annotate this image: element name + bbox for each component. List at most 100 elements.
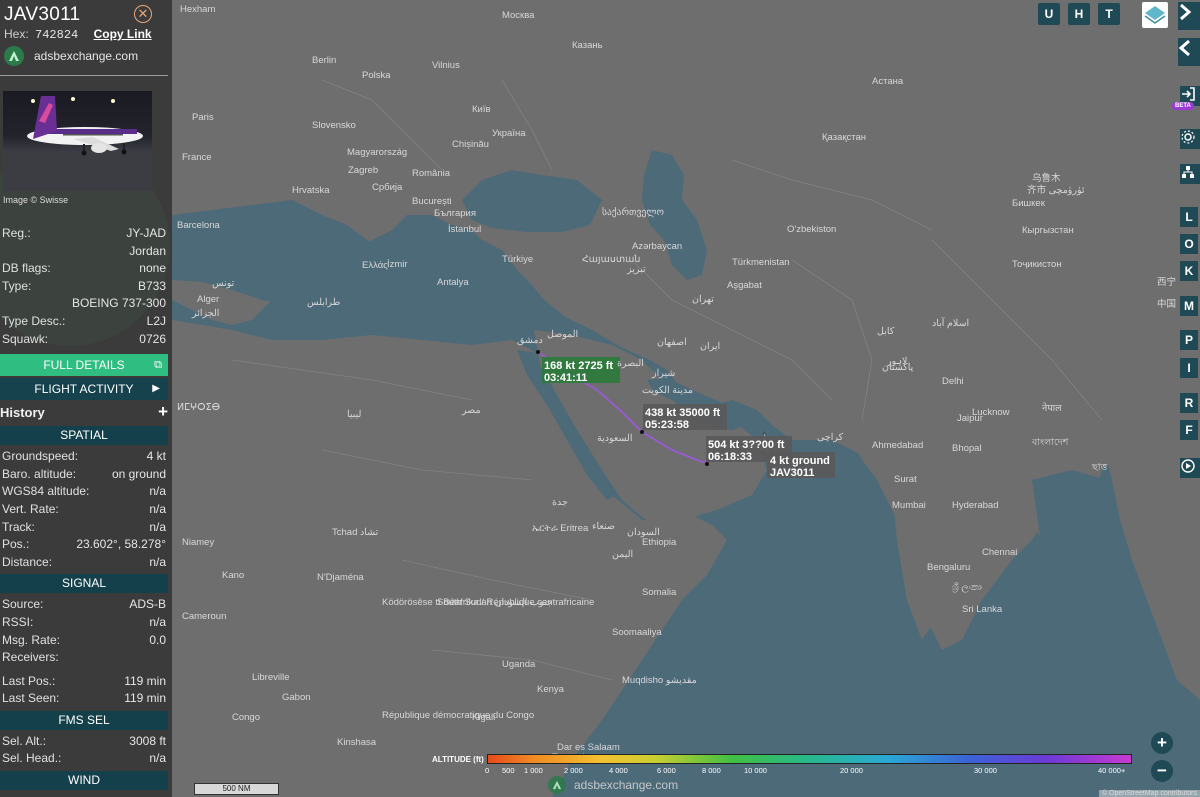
detail-row: Groundspeed: 4 kt: [2, 448, 166, 466]
detail-row: Type Desc.: L2J: [2, 313, 166, 331]
detail-value: n/a: [149, 519, 166, 534]
detail-value: 119 min: [124, 691, 166, 706]
place-label: Тоҷикистон: [1012, 259, 1062, 270]
toggle-i-button[interactable]: I: [1180, 358, 1198, 378]
detail-value: 23.602°, 58.278°: [76, 537, 166, 552]
detail-row: BOEING 737-300: [2, 295, 166, 313]
collapse-sidebar-button[interactable]: [1178, 2, 1200, 30]
chevron-left-icon: [1178, 39, 1190, 57]
expand-sidebar-button[interactable]: [1178, 38, 1200, 66]
detail-key: Msg. Rate:: [2, 632, 61, 647]
place-label: București: [412, 196, 452, 207]
place-label: اسلام آباد: [932, 316, 969, 329]
legend-tick: 10 000: [744, 766, 767, 775]
place-label: Muqdisho مقديشو: [622, 675, 697, 686]
section-signal[interactable]: SIGNAL: [0, 574, 168, 594]
place-label: Chennai: [982, 547, 1017, 558]
legend-tick: 1 000: [524, 766, 543, 775]
toggle-f-button[interactable]: F: [1180, 420, 1198, 440]
detail-key: Source:: [2, 597, 44, 612]
replay-button[interactable]: [1180, 458, 1200, 478]
flight-activity-button[interactable]: FLIGHT ACTIVITY ▶: [0, 378, 168, 401]
detail-row: Reg.: JY-JAD: [2, 225, 166, 243]
beta-badge: BETA: [1172, 102, 1194, 110]
map-attribution[interactable]: © OpenStreetMap contributors: [1098, 790, 1200, 797]
place-label: الجزائر: [191, 308, 219, 319]
toggle-k-button[interactable]: K: [1180, 261, 1198, 281]
detail-value: n/a: [149, 554, 166, 569]
map-layers-button[interactable]: [1142, 2, 1168, 28]
hex-value: 742824: [35, 28, 79, 42]
sitemap-icon: [1182, 166, 1194, 178]
toggle-l-button[interactable]: L: [1180, 207, 1198, 227]
place-label: 乌鲁木: [1032, 172, 1061, 184]
detail-key: Distance:: [2, 554, 53, 569]
place-label: مدينة الكويت: [642, 385, 693, 396]
detail-value: on ground: [111, 466, 166, 481]
toggle-t-button[interactable]: T: [1098, 3, 1120, 25]
place-label: السعودية: [597, 433, 632, 444]
track-point[interactable]: [536, 350, 540, 354]
altitude-legend-title: ALTITUDE (ft): [432, 755, 484, 764]
place-label: Kigali: [472, 712, 495, 723]
flight-label-1[interactable]: 168 kt 2725 ft 03:41:11: [542, 357, 620, 384]
detail-row: Last Seen: 119 min: [2, 690, 166, 708]
zoom-in-button[interactable]: +: [1151, 732, 1173, 754]
base-map[interactable]: 168 kt 2725 ft 03:41:11 438 kt 35000 ft …: [172, 0, 1200, 797]
settings-button[interactable]: [1180, 129, 1200, 149]
brand-row[interactable]: adsbexchange.com: [4, 46, 164, 66]
section-wind[interactable]: WIND: [0, 771, 168, 791]
detail-row: Receivers:: [2, 649, 166, 667]
place-label: تونس: [212, 278, 235, 289]
detail-value: L2J: [146, 313, 166, 328]
full-details-button[interactable]: FULL DETAILS ⧉: [0, 354, 168, 377]
flight-label-2[interactable]: 438 kt 35000 ft 05:23:58: [643, 404, 727, 431]
place-label: Bhopal: [952, 443, 982, 454]
place-label: Türkmenistan: [732, 257, 790, 268]
close-icon[interactable]: ✕: [134, 5, 152, 23]
track-point[interactable]: [640, 430, 644, 434]
place-label: საქართველო: [602, 206, 664, 218]
detail-key: Reg.:: [2, 226, 31, 240]
detail-value: 0.0: [149, 632, 166, 647]
place-label: Surat: [894, 474, 917, 485]
place-label: Paris: [192, 112, 214, 123]
filter-button[interactable]: [1180, 164, 1200, 184]
toggle-h-button[interactable]: H: [1068, 3, 1090, 25]
place-label: Hrvatska: [292, 185, 330, 196]
flight-label-speed-alt: 504 kt 3??00 ft: [708, 439, 785, 451]
place-label: Slovensko: [312, 120, 356, 131]
map-scale: 500 NM: [194, 783, 279, 795]
place-label: 西宁: [1157, 276, 1176, 288]
place-label: الموصل: [547, 329, 578, 340]
aircraft-photo[interactable]: [3, 91, 152, 191]
place-label: ኤርትራ Eritrea: [532, 523, 589, 534]
flight-label-4[interactable]: 4 kt ground JAV3011: [767, 452, 835, 479]
section-spatial[interactable]: SPATIAL: [0, 426, 168, 446]
section-fms-sel[interactable]: FMS SEL: [0, 710, 168, 730]
place-label: کابل: [877, 326, 895, 337]
detail-value: ADS-B: [129, 597, 166, 612]
detail-row: Pos.: 23.602°, 58.278°: [2, 536, 166, 554]
detail-value: B733: [137, 278, 166, 293]
place-label: Cameroun: [182, 611, 226, 622]
toggle-p-button[interactable]: P: [1180, 330, 1198, 350]
expand-plus-icon[interactable]: +: [158, 402, 168, 422]
toggle-r-button[interactable]: R: [1180, 393, 1198, 413]
history-header[interactable]: History +: [0, 401, 172, 423]
toggle-o-button[interactable]: O: [1180, 234, 1198, 254]
detail-key: Type Desc.:: [2, 313, 66, 328]
bottom-brand[interactable]: adsbexchange.com: [548, 776, 678, 794]
photo-section: Image © Swisse: [0, 91, 172, 346]
map-view[interactable]: 168 kt 2725 ft 03:41:11 438 kt 35000 ft …: [172, 0, 1200, 797]
brand-link[interactable]: adsbexchange.com: [34, 49, 138, 63]
place-label: Somalia: [642, 587, 677, 598]
toggle-u-button[interactable]: U: [1038, 3, 1060, 25]
detail-value: Jordan: [129, 243, 166, 258]
detail-row: Msg. Rate: 0.0: [2, 632, 166, 650]
detail-key: Type:: [2, 278, 32, 293]
zoom-out-button[interactable]: −: [1151, 760, 1173, 782]
toggle-m-button[interactable]: M: [1180, 296, 1198, 316]
place-label: ایران: [700, 341, 720, 352]
copy-link-button[interactable]: Copy Link: [94, 27, 152, 41]
